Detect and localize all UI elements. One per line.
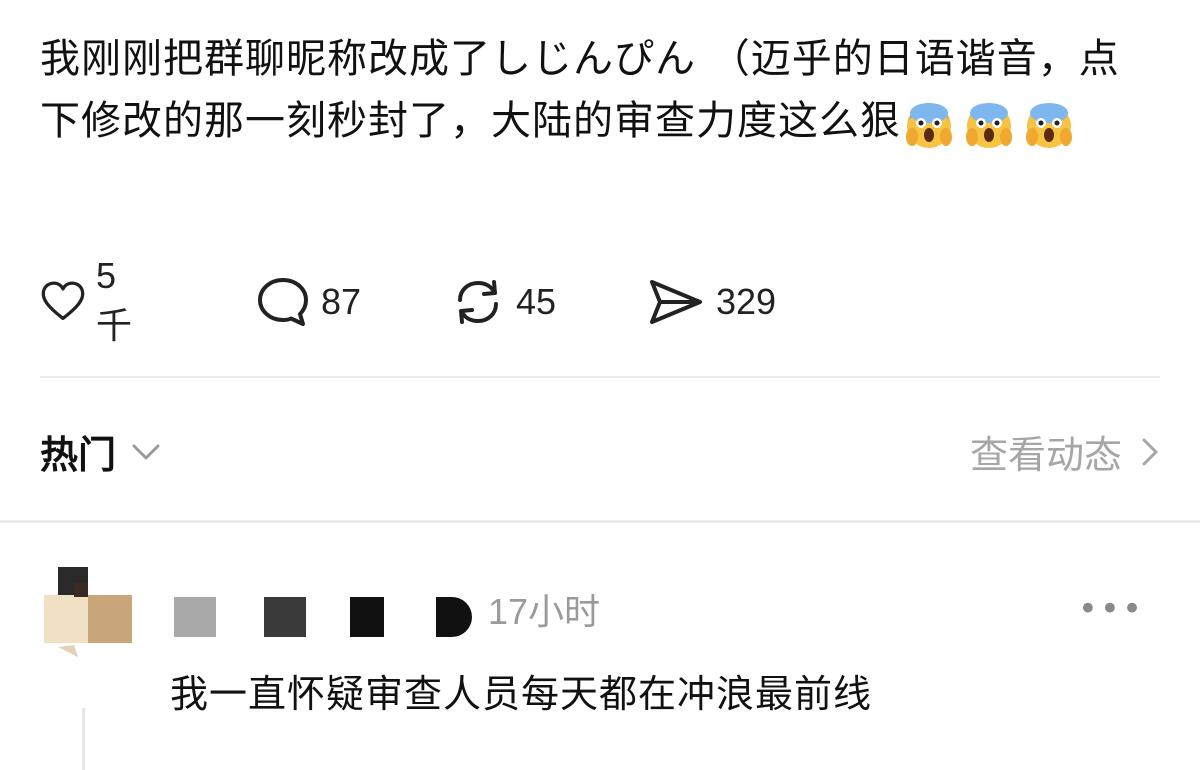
comment-text: 我一直怀疑审查人员每天都在冲浪最前线: [170, 672, 873, 716]
sort-label: 热门: [40, 433, 117, 477]
send-icon: [650, 280, 702, 324]
comment-sort-bar: 热门 查看动态: [40, 420, 1160, 484]
comment-bubble-icon: [258, 278, 308, 326]
post-detail-screen: 我刚刚把群聊昵称改成了しじんぴん （迈乎的日语谐音，点下修改的那一刻秒封了，大陆…: [0, 0, 1200, 770]
redaction-block: [350, 597, 384, 637]
sort-dropdown[interactable]: 热门: [40, 424, 162, 479]
chevron-right-icon: [1142, 438, 1158, 465]
avatar[interactable]: [44, 565, 132, 685]
redaction-block: [436, 597, 472, 637]
view-activity-link[interactable]: 查看动态: [970, 424, 1160, 479]
more-options-icon[interactable]: •••: [1078, 589, 1144, 629]
post-body: 我刚刚把群聊昵称改成了しじんぴん （迈乎的日语谐音，点下修改的那一刻秒封了，大陆…: [40, 28, 1160, 154]
emoji-group: [903, 92, 1083, 154]
share-count: 329: [716, 281, 777, 322]
thread-line: [82, 708, 85, 770]
like-button[interactable]: 5千: [40, 255, 142, 346]
repost-button[interactable]: 45: [450, 272, 556, 332]
repost-icon: [458, 280, 498, 324]
comment-count: 87: [321, 281, 362, 322]
redaction-block: [174, 597, 216, 637]
share-button[interactable]: 329: [646, 272, 776, 332]
divider: [40, 376, 1160, 378]
chevron-down-icon: [132, 444, 160, 459]
comment-timestamp: 17小时: [488, 591, 601, 632]
repost-count: 45: [516, 281, 557, 322]
heart-icon: [41, 281, 85, 321]
scream-emoji-icon: [906, 103, 952, 148]
scream-emoji-icon: [1026, 103, 1072, 148]
view-activity-label: 查看动态: [969, 433, 1122, 477]
comment-item: 17小时 ••• 我一直怀疑审查人员每天都在冲浪最前线: [0, 523, 1200, 770]
like-count: 5千: [95, 255, 132, 346]
comment-button[interactable]: 87: [255, 272, 361, 332]
redaction-block: [264, 597, 306, 637]
scream-emoji-icon: [966, 103, 1012, 148]
